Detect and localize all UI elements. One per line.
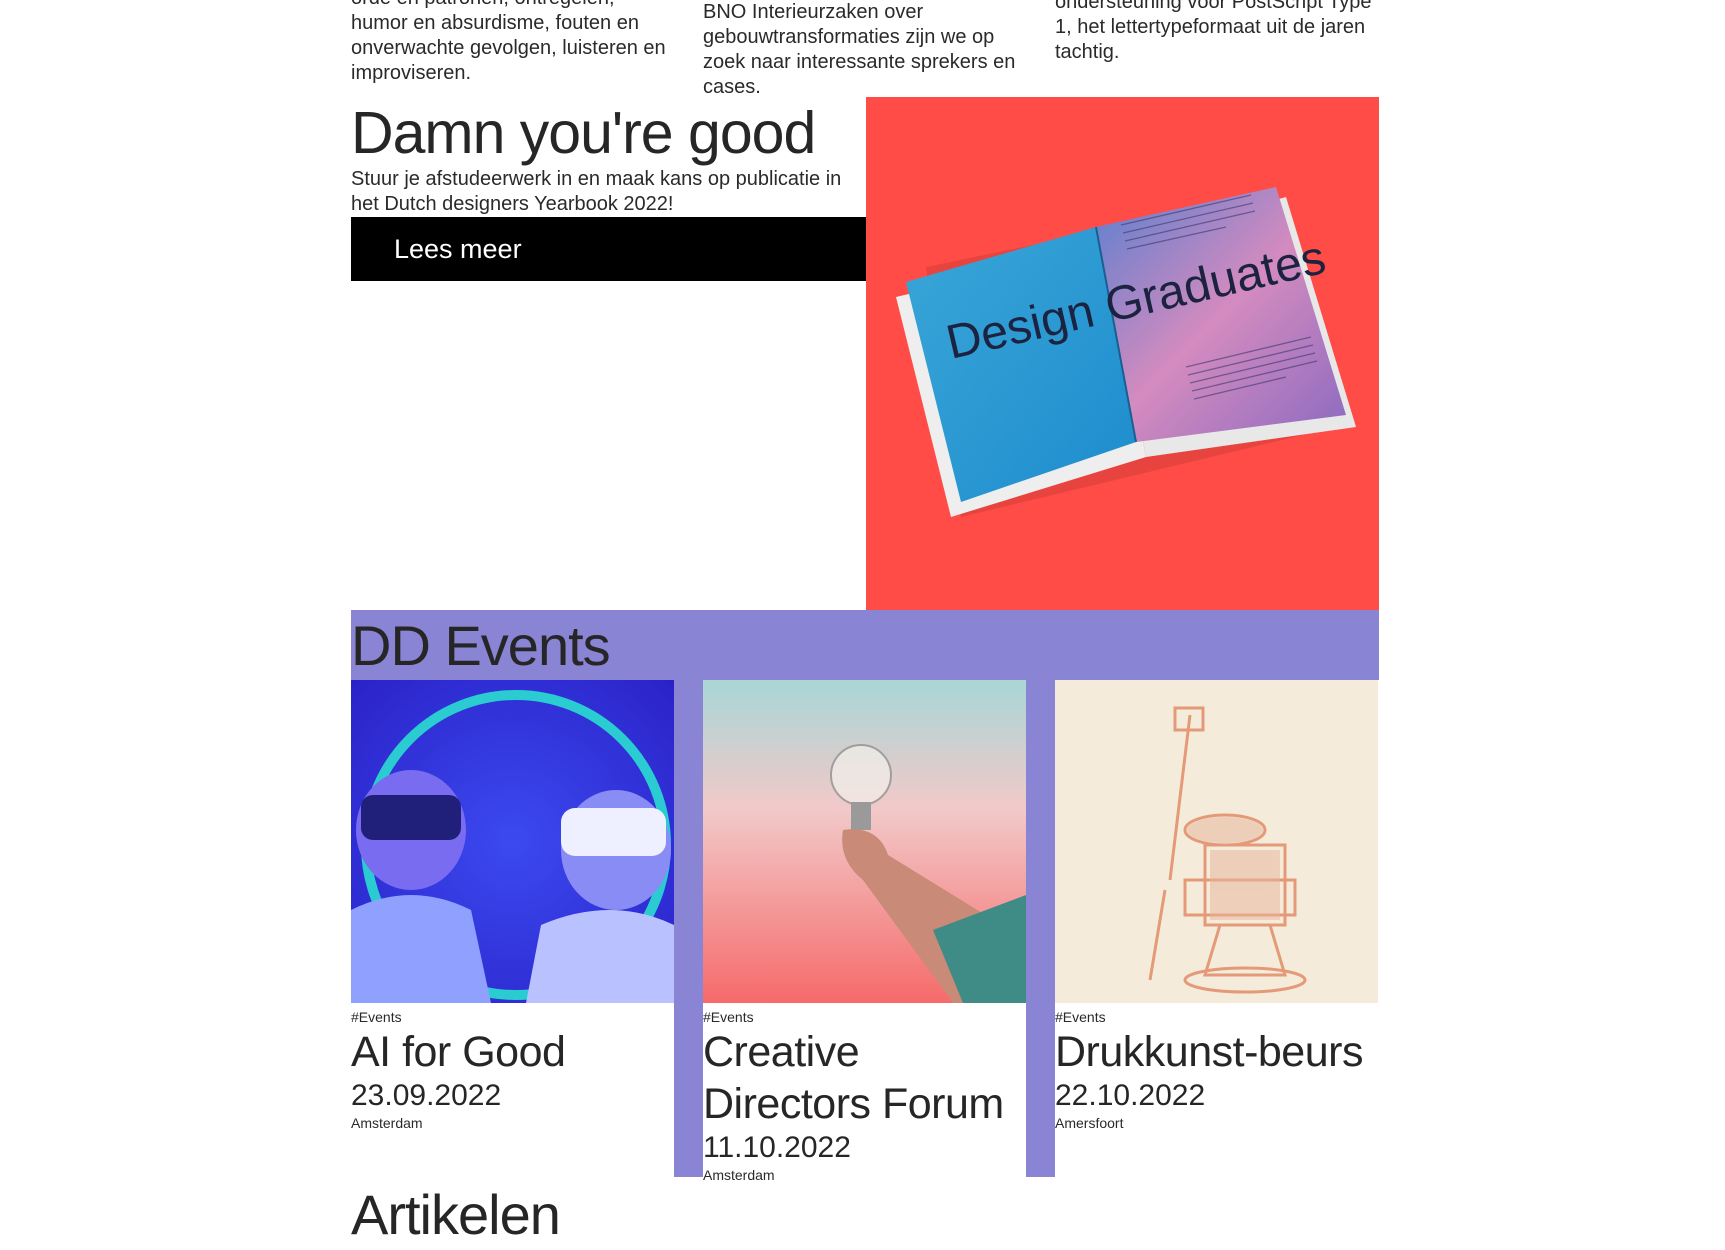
teaser-text-1: orde en patronen, ontregelen, humor en a…	[351, 0, 666, 84]
event-location: Amsterdam	[703, 1167, 775, 1183]
yearbook-image[interactable]: Design Graduates	[866, 97, 1379, 610]
events-column-divider	[1026, 680, 1055, 1177]
event-tag: #Events	[351, 1009, 402, 1025]
teaser-text-2: BNO Interieurzaken over gebouwtransforma…	[703, 1, 1016, 98]
event-date: 23.09.2022	[351, 1079, 502, 1112]
event-card[interactable]: #Events Creative Directors Forum 11.10.2…	[703, 680, 1026, 1184]
hero-title: Damn you're good	[351, 100, 816, 166]
event-location: Amersfoort	[1055, 1115, 1124, 1131]
event-date: 11.10.2022	[703, 1131, 851, 1164]
event-title[interactable]: AI for Good	[351, 1026, 674, 1078]
event-title[interactable]: Drukkunst-beurs	[1055, 1026, 1378, 1078]
open-book-illustration: Design Graduates	[896, 187, 1356, 517]
printing-press-image	[1055, 680, 1378, 1003]
events-column-divider	[674, 680, 703, 1177]
event-tag: #Events	[703, 1009, 754, 1025]
articles-section-title: Artikelen	[351, 1183, 561, 1246]
event-title[interactable]: Creative Directors Forum	[703, 1026, 1026, 1130]
light-bulb-image	[703, 680, 1026, 1003]
vr-headset-image	[351, 680, 674, 1003]
event-tag: #Events	[1055, 1009, 1106, 1025]
event-location: Amsterdam	[351, 1115, 423, 1131]
event-date: 22.10.2022	[1055, 1079, 1206, 1112]
teaser-text-3: ondersteuning voor PostScript Type 1, he…	[1055, 0, 1372, 63]
event-card[interactable]: #Events AI for Good 23.09.2022 Amsterdam	[351, 680, 674, 1132]
events-section-title: DD Events	[351, 614, 611, 677]
hero-subtitle: Stuur je afstudeerwerk in en maak kans o…	[351, 168, 842, 215]
read-more-button[interactable]: Lees meer	[351, 217, 867, 281]
event-card[interactable]: #Events Drukkunst-beurs 22.10.2022 Amers…	[1055, 680, 1378, 1132]
